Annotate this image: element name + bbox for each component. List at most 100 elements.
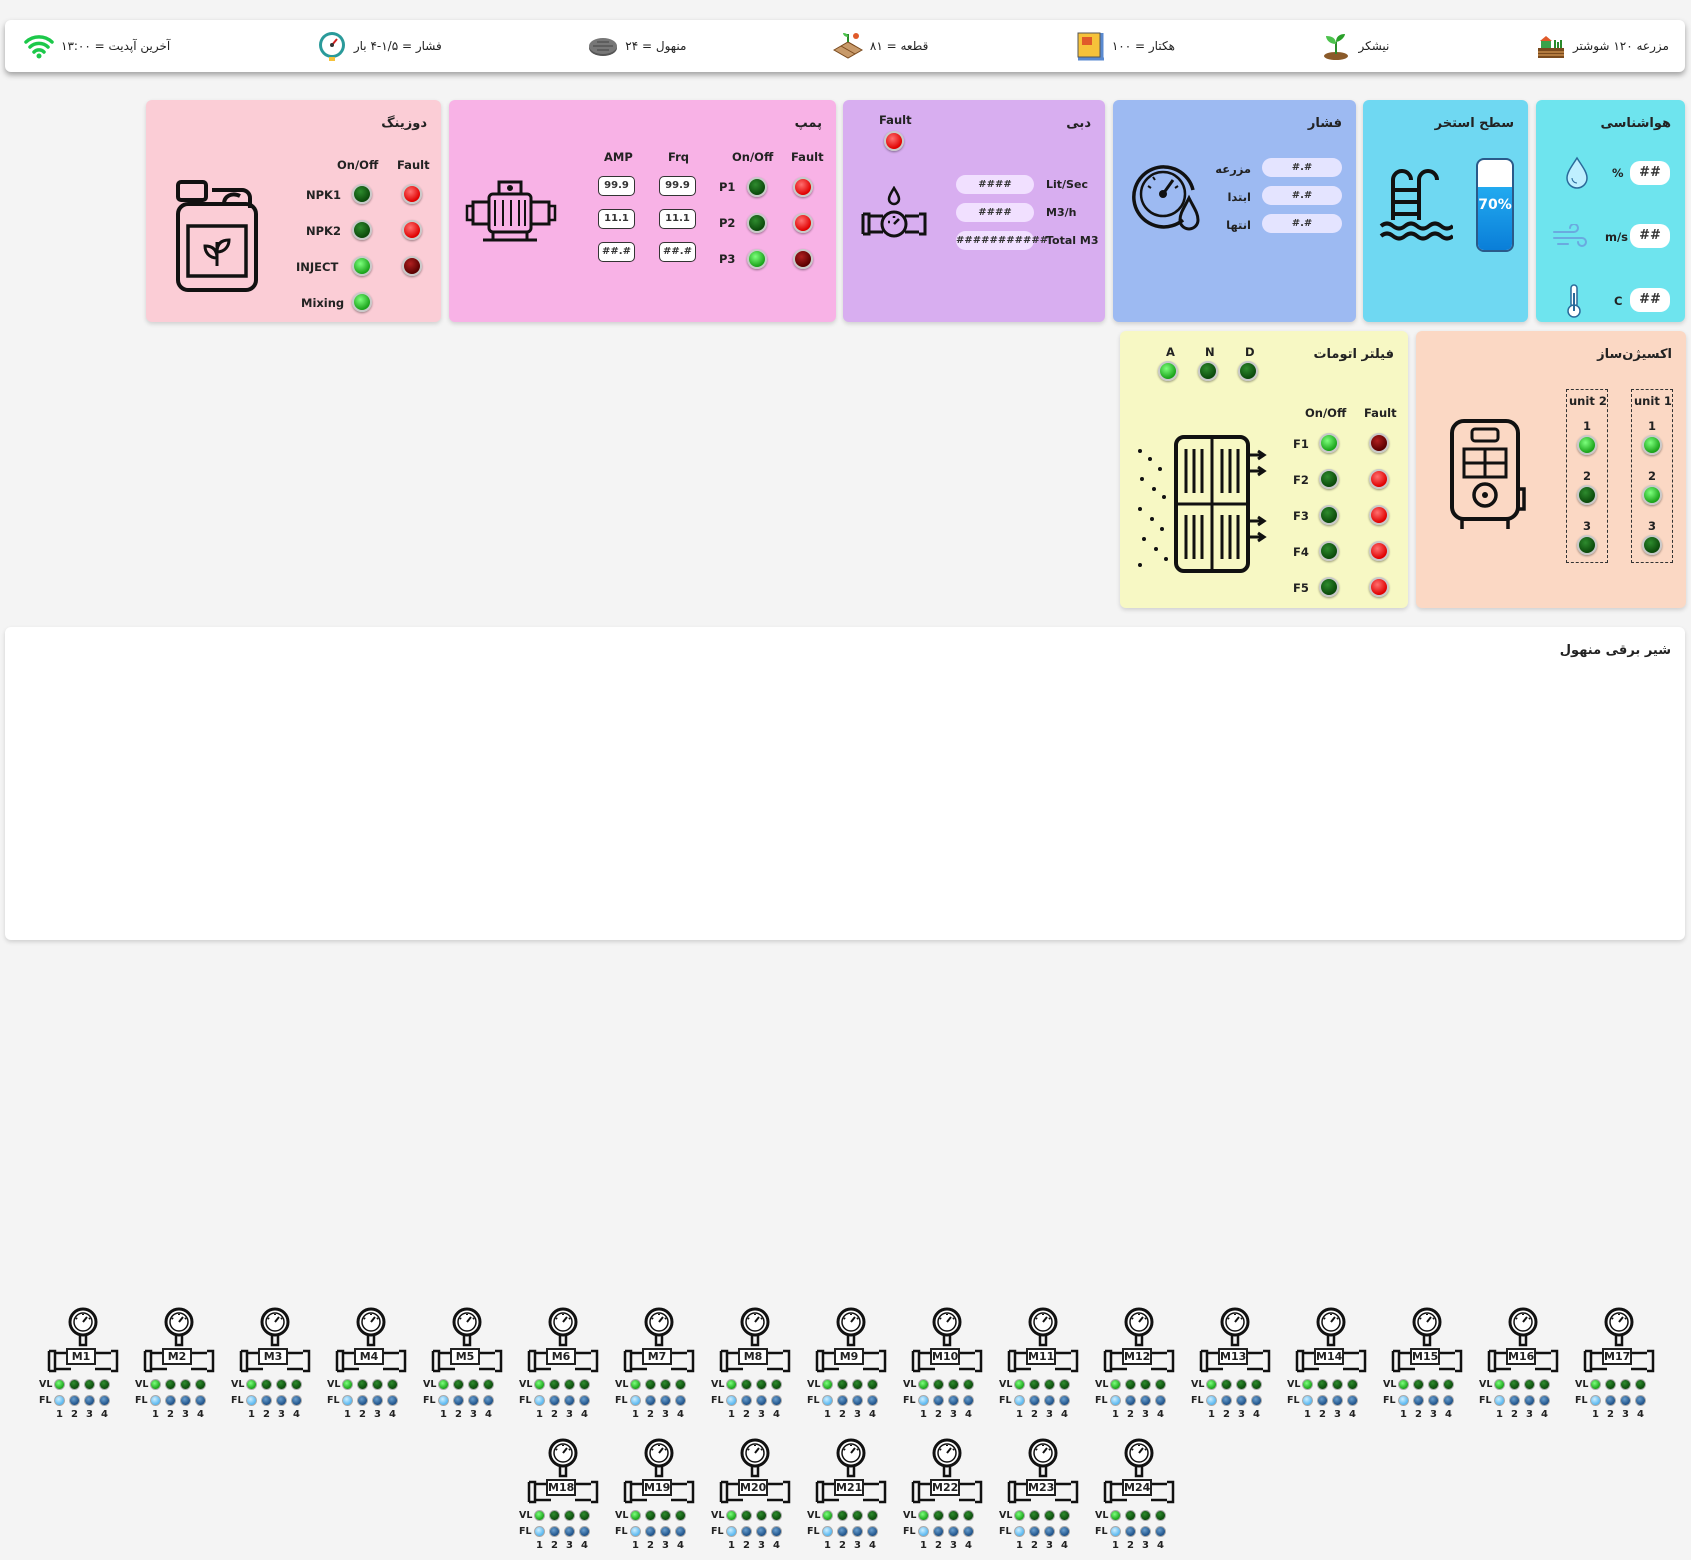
valve-label: M24 — [1122, 1479, 1152, 1496]
valve-m21[interactable]: M21 VL FL 1 2 3 4 — [807, 1438, 891, 1560]
farm-label: مزرعه ۱۲۰ شوشتر — [1572, 39, 1669, 53]
valve-channel-number: 2 — [1127, 1409, 1134, 1420]
valve-channel-number: 3 — [854, 1540, 861, 1551]
valve-vl-3-led — [756, 1510, 767, 1521]
valve-vl-1-led — [1110, 1379, 1121, 1390]
valve-label: M23 — [1026, 1479, 1056, 1496]
filter-n-label: N — [1205, 345, 1215, 359]
dosing-col-fault: Fault — [397, 158, 430, 172]
valve-fl-4-led — [963, 1395, 974, 1406]
valve-vl-2-led — [1317, 1379, 1328, 1390]
valve-fl-1-led — [918, 1395, 929, 1406]
valve-m19[interactable]: M19 VL FL 1 2 3 4 — [615, 1438, 699, 1560]
valve-m18[interactable]: M18 VL FL 1 2 3 4 — [519, 1438, 603, 1560]
manifold-info: منهول = ۲۴ — [587, 30, 686, 62]
valve-m6[interactable]: M6 VL FL 1 2 3 4 — [519, 1307, 603, 1429]
valve-vl-1-led — [1014, 1379, 1025, 1390]
valve-fl-3-led — [84, 1395, 95, 1406]
valve-fl-2-led — [741, 1526, 752, 1537]
valve-label: M14 — [1314, 1348, 1344, 1365]
valve-m15[interactable]: M15 VL FL 1 2 3 4 — [1383, 1307, 1467, 1429]
valve-label: M2 — [162, 1348, 192, 1365]
valve-vl-2-led — [1413, 1379, 1424, 1390]
valve-m9[interactable]: M9 VL FL 1 2 3 4 — [807, 1307, 891, 1429]
oxygen-u2-3-led — [1577, 535, 1597, 555]
wind-value: ## — [1630, 224, 1670, 248]
valve-vl-label: VL — [711, 1510, 725, 1521]
valve-vl-4-led — [483, 1379, 494, 1390]
valve-m13[interactable]: M13 VL FL 1 2 3 4 — [1191, 1307, 1275, 1429]
valve-fl-label: FL — [903, 1526, 916, 1537]
valve-channel-number: 3 — [182, 1409, 189, 1420]
valve-label: M12 — [1122, 1348, 1152, 1365]
filter-col-fault: Fault — [1364, 406, 1397, 420]
valve-m5[interactable]: M5 VL FL 1 2 3 4 — [423, 1307, 507, 1429]
valve-m12[interactable]: M12 VL FL 1 2 3 4 — [1095, 1307, 1179, 1429]
valve-m10[interactable]: M10 VL FL 1 2 3 4 — [903, 1307, 987, 1429]
valve-vl-1-led — [1110, 1510, 1121, 1521]
valve-channel-number: 1 — [344, 1409, 351, 1420]
valve-channel-number: 2 — [167, 1409, 174, 1420]
valve-channel-number: 3 — [566, 1409, 573, 1420]
valve-m7[interactable]: M7 VL FL 1 2 3 4 — [615, 1307, 699, 1429]
valve-channel-number: 2 — [647, 1409, 654, 1420]
pump-p3-amp: ##.# — [598, 242, 635, 262]
valve-fl-2-led — [1221, 1395, 1232, 1406]
valve-fl-label: FL — [711, 1526, 724, 1537]
valve-m24[interactable]: M24 VL FL 1 2 3 4 — [1095, 1438, 1179, 1560]
valve-channel-number: 3 — [1526, 1409, 1533, 1420]
valve-label: M1 — [66, 1348, 96, 1365]
valve-fl-4-led — [675, 1526, 686, 1537]
pump-col-onoff: On/Off — [732, 150, 774, 164]
valve-fl-3-led — [1140, 1526, 1151, 1537]
valve-fl-2-led — [1029, 1395, 1040, 1406]
valve-fl-3-led — [1140, 1395, 1151, 1406]
dosing-npk1-onoff-led — [352, 184, 372, 204]
oxygen-unit1-label: unit 1 — [1634, 394, 1672, 408]
valve-m8[interactable]: M8 VL FL 1 2 3 4 — [711, 1307, 795, 1429]
filter-f3-name: F3 — [1293, 509, 1309, 523]
valve-m20[interactable]: M20 VL FL 1 2 3 4 — [711, 1438, 795, 1560]
valve-channel-number: 3 — [1046, 1540, 1053, 1551]
flow-meter-icon — [861, 186, 927, 238]
valve-m23[interactable]: M23 VL FL 1 2 3 4 — [999, 1438, 1083, 1560]
valve-vl-4-led — [1635, 1379, 1646, 1390]
dosing-title: دوزینگ — [381, 116, 427, 131]
valve-m11[interactable]: M11 VL FL 1 2 3 4 — [999, 1307, 1083, 1429]
flow-panel: دبی Fault Lit/Sec #### M3/h #### Total M… — [843, 100, 1105, 322]
valve-m1[interactable]: M1 VL FL 1 2 3 4 — [39, 1307, 123, 1429]
valve-vl-3-led — [564, 1510, 575, 1521]
pressure-info: فشار = ۱/۵-۴ بار — [316, 30, 442, 62]
filter-f5-name: F5 — [1293, 581, 1309, 595]
valve-vl-label: VL — [807, 1510, 821, 1521]
valve-m16[interactable]: M16 VL FL 1 2 3 4 — [1479, 1307, 1563, 1429]
valve-m17[interactable]: M17 VL FL 1 2 3 4 — [1575, 1307, 1659, 1429]
valve-vl-4-led — [675, 1379, 686, 1390]
valve-fl-3-led — [1044, 1395, 1055, 1406]
flow-row-1-value: #### — [956, 175, 1034, 194]
valve-m3[interactable]: M3 VL FL 1 2 3 4 — [231, 1307, 315, 1429]
valve-m14[interactable]: M14 VL FL 1 2 3 4 — [1287, 1307, 1371, 1429]
pump-p1-amp: 99.9 — [598, 176, 635, 196]
update-info: آخرین آپدیت = ۱۳:۰۰ — [23, 30, 170, 62]
pool-title: سطح استخر — [1434, 116, 1514, 131]
valve-m2[interactable]: M2 VL FL 1 2 3 4 — [135, 1307, 219, 1429]
filter-f5-onoff-led — [1319, 577, 1339, 597]
valve-vl-4-led — [867, 1379, 878, 1390]
valve-m22[interactable]: M22 VL FL 1 2 3 4 — [903, 1438, 987, 1560]
crop-info: نیشکر — [1320, 30, 1389, 62]
valve-vl-4-led — [579, 1379, 590, 1390]
valve-fl-3-led — [756, 1395, 767, 1406]
valve-fl-2-led — [1605, 1395, 1616, 1406]
filter-f1-fault-led — [1369, 433, 1389, 453]
valve-fl-2-led — [837, 1395, 848, 1406]
valve-vl-2-led — [261, 1379, 272, 1390]
pressure-row-start-value: #.# — [1262, 186, 1342, 205]
valve-channel-number: 3 — [1238, 1409, 1245, 1420]
oxygen-u2-n2: 2 — [1583, 469, 1592, 483]
valve-fl-2-led — [837, 1526, 848, 1537]
valve-m4[interactable]: M4 VL FL 1 2 3 4 — [327, 1307, 411, 1429]
valve-vl-4-led — [867, 1510, 878, 1521]
valve-channel-number: 2 — [1415, 1409, 1422, 1420]
valve-fl-label: FL — [423, 1395, 436, 1406]
